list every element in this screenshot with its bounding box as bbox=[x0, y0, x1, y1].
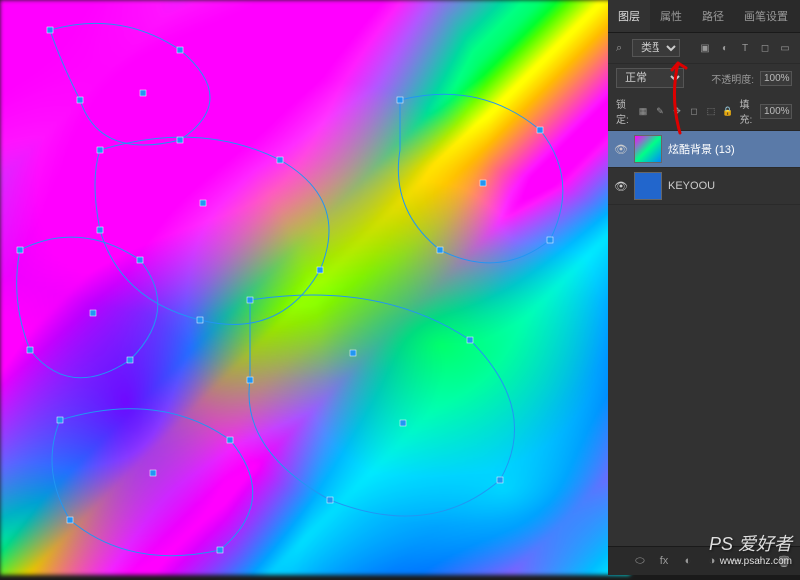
tab-paths[interactable]: 路径 bbox=[692, 0, 734, 32]
layer-filter-row: ⌕ 类型 ▣ ◐ T ◻ ▭ bbox=[608, 33, 800, 64]
layer-name[interactable]: 炫酷背景 (13) bbox=[668, 141, 735, 157]
visibility-toggle-icon[interactable]: 👁 bbox=[614, 180, 628, 193]
tab-layers[interactable]: 图层 bbox=[608, 0, 650, 32]
lock-icon[interactable]: 🔒 bbox=[722, 105, 735, 118]
lock-label: 锁定: bbox=[616, 96, 632, 126]
lock-artboard-icon[interactable]: ⬚ bbox=[705, 105, 718, 118]
layers-panel: 图层 属性 路径 画笔设置 ⌕ 类型 ▣ ◐ T ◻ ▭ 正常 不透明度: 10… bbox=[608, 0, 800, 575]
visibility-toggle-icon[interactable]: 👁 bbox=[614, 143, 628, 156]
opacity-value[interactable]: 100% bbox=[760, 71, 792, 86]
layer-name[interactable]: KEYOOU bbox=[668, 180, 715, 192]
tab-brush[interactable]: 画笔设置 bbox=[734, 0, 798, 32]
layer-row[interactable]: 👁 炫酷背景 (13) bbox=[608, 131, 800, 168]
layer-thumbnail[interactable] bbox=[634, 135, 662, 163]
blend-mode-row: 正常 不透明度: 100% bbox=[608, 64, 800, 92]
link-layers-icon[interactable]: ⬭ bbox=[632, 553, 648, 569]
filter-adjust-icon[interactable]: ◐ bbox=[718, 41, 732, 55]
canvas-artwork[interactable] bbox=[0, 0, 630, 575]
panel-tabs: 图层 属性 路径 画笔设置 bbox=[608, 0, 800, 33]
lock-row: 锁定: ▦ ✎ ✥ ◻ ⬚ 🔒 填充: 100% bbox=[608, 92, 800, 131]
filter-text-icon[interactable]: T bbox=[738, 41, 752, 55]
lock-all-icon[interactable]: ▦ bbox=[637, 105, 650, 118]
fill-label: 填充: bbox=[740, 96, 756, 126]
filter-smart-icon[interactable]: ▭ bbox=[778, 41, 792, 55]
lock-crop-icon[interactable]: ◻ bbox=[688, 105, 701, 118]
filter-shape-icon[interactable]: ◻ bbox=[758, 41, 772, 55]
layer-thumbnail[interactable] bbox=[634, 172, 662, 200]
fill-value[interactable]: 100% bbox=[760, 104, 792, 119]
layer-row[interactable]: 👁 KEYOOU bbox=[608, 168, 800, 205]
watermark-url: www.psahz.com bbox=[709, 556, 792, 567]
filter-type-select[interactable]: 类型 bbox=[632, 39, 680, 57]
layer-mask-icon[interactable]: ◐ bbox=[680, 553, 696, 569]
watermark: PS 爱好者 www.psahz.com bbox=[709, 530, 792, 567]
layer-fx-icon[interactable]: fx bbox=[656, 553, 672, 569]
lock-brush-icon[interactable]: ✎ bbox=[654, 105, 667, 118]
watermark-text: PS 爱好者 bbox=[709, 534, 792, 554]
search-icon: ⌕ bbox=[616, 42, 626, 55]
tab-properties[interactable]: 属性 bbox=[650, 0, 692, 32]
blend-mode-select[interactable]: 正常 bbox=[616, 68, 684, 88]
layer-list: 👁 炫酷背景 (13) 👁 KEYOOU bbox=[608, 131, 800, 546]
opacity-label: 不透明度: bbox=[711, 71, 754, 86]
filter-pixel-icon[interactable]: ▣ bbox=[698, 41, 712, 55]
lock-move-icon[interactable]: ✥ bbox=[671, 105, 684, 118]
